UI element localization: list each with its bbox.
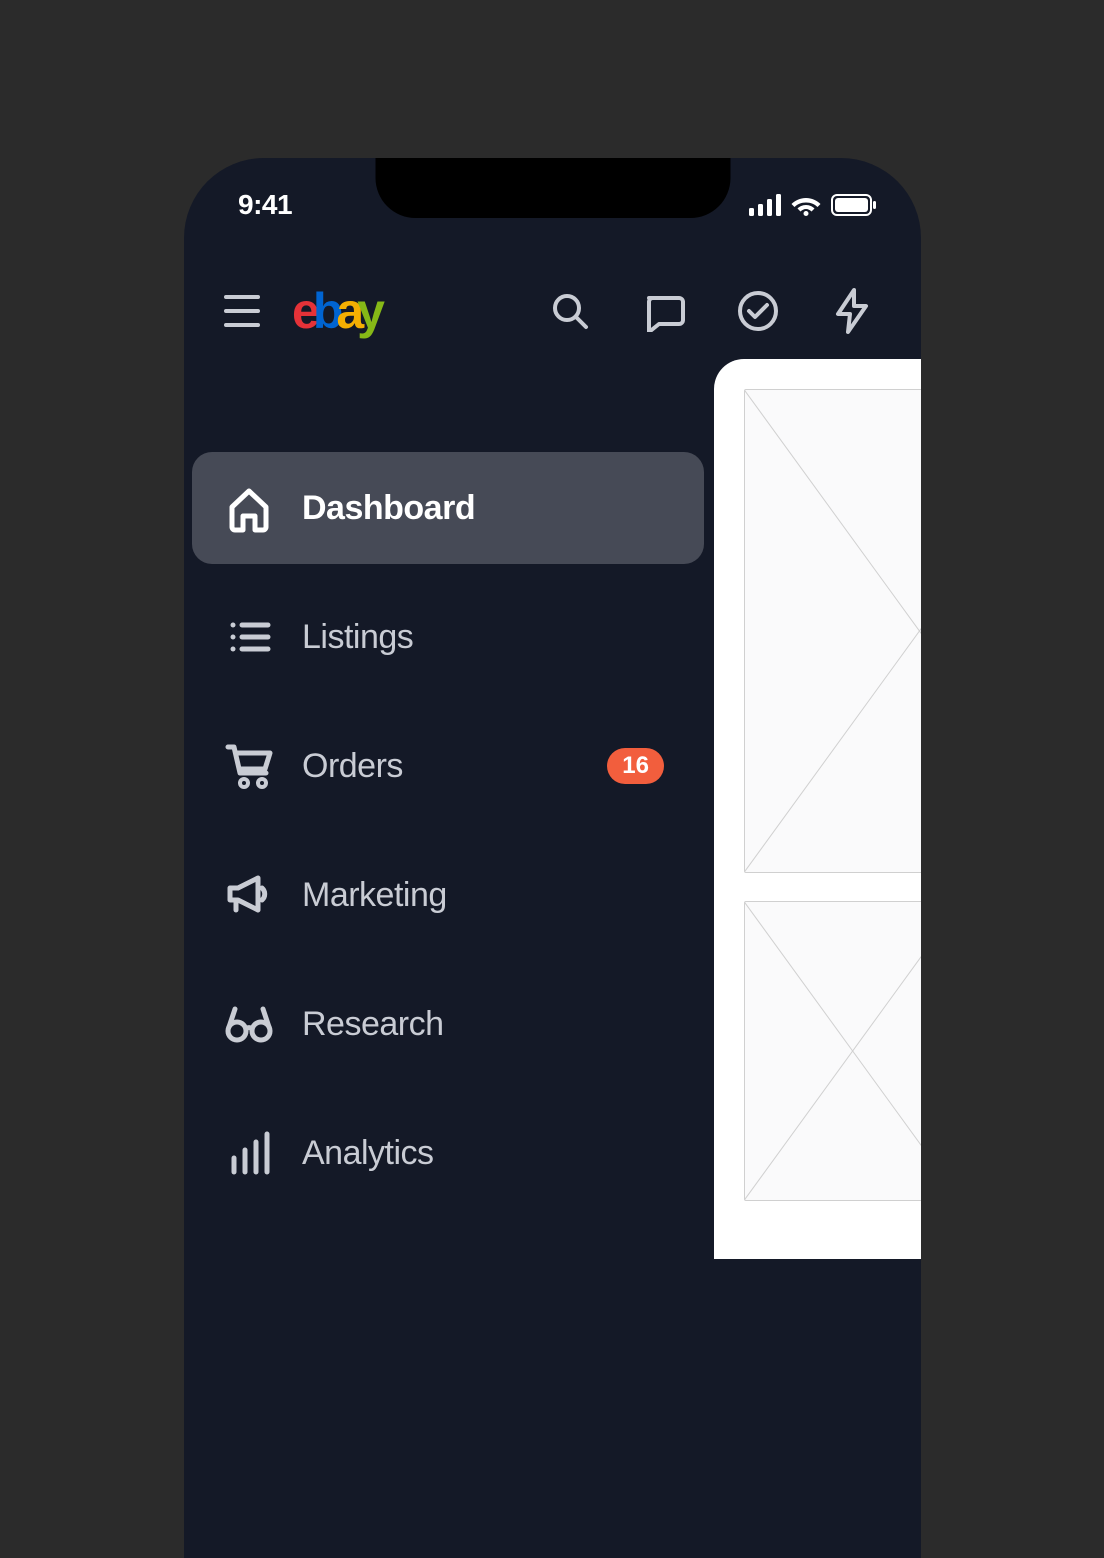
top-icon-row — [549, 290, 881, 332]
glasses-icon — [222, 997, 276, 1051]
nav-item-marketing[interactable]: Marketing — [192, 839, 704, 951]
search-icon — [550, 291, 590, 331]
nav-item-dashboard[interactable]: Dashboard — [192, 452, 704, 564]
check-circle-icon — [737, 290, 779, 332]
menu-button[interactable] — [224, 291, 264, 331]
battery-icon — [831, 194, 877, 216]
tasks-button[interactable] — [737, 290, 779, 332]
nav-label: Dashboard — [302, 489, 475, 528]
bar-chart-icon — [222, 1126, 276, 1180]
list-icon — [222, 610, 276, 664]
phone-notch — [375, 158, 730, 218]
activity-button[interactable] — [831, 290, 873, 332]
search-button[interactable] — [549, 290, 591, 332]
top-bar: e b a y — [184, 266, 921, 356]
content-panel — [714, 359, 921, 1259]
nav-label: Orders — [302, 747, 403, 786]
megaphone-icon — [222, 868, 276, 922]
status-time: 9:41 — [238, 189, 292, 221]
nav-item-orders[interactable]: Orders 16 — [192, 710, 704, 822]
lightning-icon — [834, 288, 870, 334]
cellular-icon — [749, 194, 781, 216]
placeholder-card — [744, 901, 921, 1201]
nav-item-analytics[interactable]: Analytics — [192, 1097, 704, 1209]
nav-item-listings[interactable]: Listings — [192, 581, 704, 693]
nav-label: Marketing — [302, 876, 447, 915]
wifi-icon — [791, 194, 821, 216]
ebay-logo[interactable]: e b a y — [292, 282, 382, 340]
cart-icon — [222, 739, 276, 793]
status-icons — [749, 194, 877, 216]
nav-label: Research — [302, 1005, 444, 1044]
home-icon — [222, 481, 276, 535]
nav-label: Analytics — [302, 1134, 434, 1173]
placeholder-card — [744, 389, 921, 873]
chat-icon — [643, 290, 685, 332]
sidebar-nav: Dashboard Listings Orders 16 Marketing — [192, 452, 704, 1226]
messages-button[interactable] — [643, 290, 685, 332]
nav-item-research[interactable]: Research — [192, 968, 704, 1080]
phone-frame: 9:41 e b a y — [184, 158, 921, 1558]
logo-y: y — [357, 282, 382, 340]
nav-label: Listings — [302, 618, 413, 657]
orders-badge: 16 — [607, 748, 664, 784]
